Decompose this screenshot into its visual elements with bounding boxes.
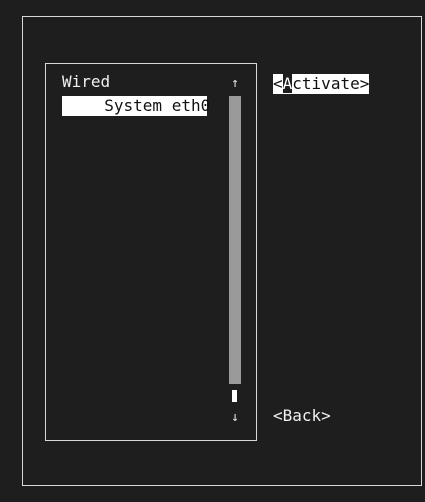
- nmtui-screen: Wired System eth0 ↑ ↓ <Activate> <Back>: [0, 0, 425, 502]
- activate-button-hotkey: A: [282, 74, 293, 93]
- connection-group-label: Wired: [62, 72, 111, 91]
- scrollbar-thumb[interactable]: [232, 390, 237, 402]
- scrollbar-track[interactable]: [229, 96, 241, 384]
- activate-button[interactable]: <Activate>: [273, 74, 370, 94]
- connection-list-frame: [45, 63, 257, 441]
- connection-item-system-eth0[interactable]: System eth0: [62, 96, 210, 116]
- back-button[interactable]: <Back>: [273, 406, 331, 426]
- scroll-down-arrow-icon[interactable]: ↓: [229, 410, 241, 426]
- scroll-up-arrow-icon[interactable]: ↑: [229, 76, 241, 92]
- activate-button-open: <: [273, 74, 283, 93]
- activate-button-rest: ctivate>: [292, 74, 370, 93]
